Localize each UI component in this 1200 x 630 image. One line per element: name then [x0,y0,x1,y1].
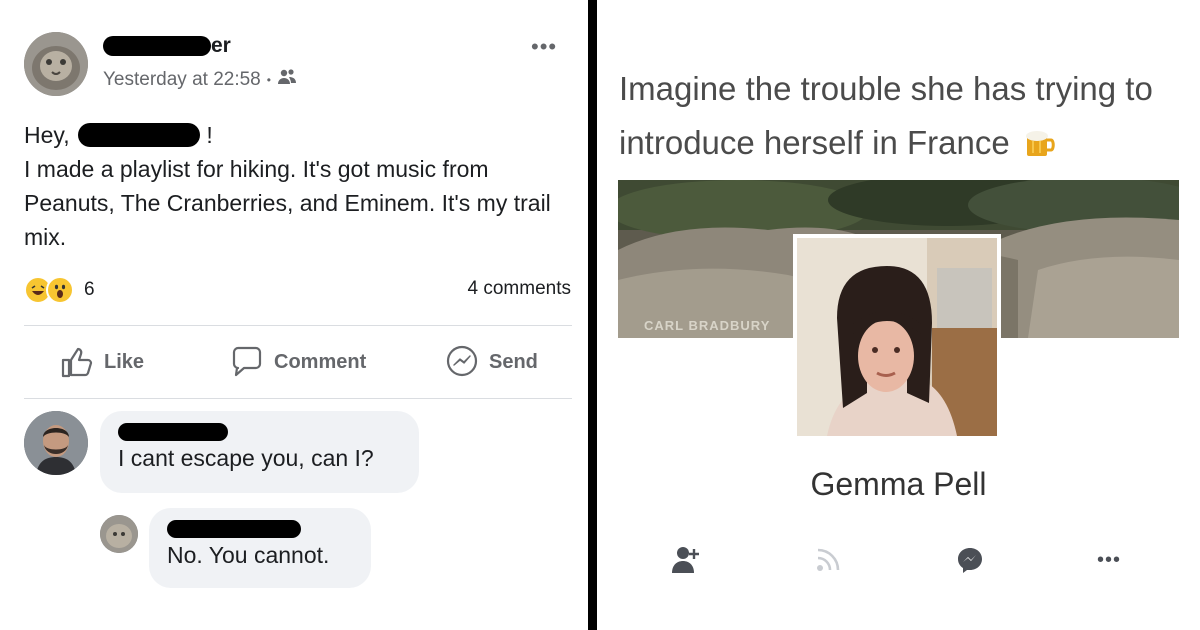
post-greeting: Hey, ! [24,118,569,152]
friends-icon[interactable] [277,68,297,92]
reactions-summary[interactable]: 6 [24,276,95,304]
post-more-menu[interactable]: ••• [531,34,557,60]
greeting-prefix: Hey, [24,122,70,148]
commenter-name[interactable] [118,423,401,441]
timestamp-separator: • [266,73,271,87]
caption-text: Imagine the trouble she has trying to in… [619,70,1153,161]
redacted-mention-block [77,123,200,147]
comment-text: I cant escape you, can I? [118,445,374,471]
post-text: Hey, ! I made a playlist for hiking. It'… [24,118,569,254]
follow-rss-icon[interactable] [813,545,843,577]
commenter-avatar[interactable] [24,411,88,475]
divider-bottom [24,398,572,399]
author-name[interactable]: er [103,32,231,60]
reply-author-avatar[interactable] [100,515,138,553]
profile-screenshot-panel: Imagine the trouble she has trying to in… [597,0,1200,630]
reply-text: No. You cannot. [167,542,330,568]
post-actions-bar: Like Comment Send [24,340,572,384]
like-button[interactable]: Like [60,340,144,384]
reply-author-name[interactable] [167,520,353,538]
post-timestamp-row: Yesterday at 22:58 • [103,68,297,92]
reply-bubble[interactable]: No. You cannot. [149,508,371,588]
greeting-suffix: ! [206,122,213,148]
speech-bubble-icon [230,346,264,378]
profile-name: Gemma Pell [810,466,987,502]
send-button[interactable]: Send [445,340,538,384]
messenger-icon[interactable] [955,545,985,577]
beer-mug-emoji-icon [1023,120,1057,174]
add-friend-icon[interactable] [671,545,701,577]
panel-divider [588,0,597,630]
author-name-suffix: er [211,34,231,57]
like-label: Like [104,350,145,373]
more-icon[interactable]: ••• [1097,545,1121,577]
redacted-commenter-block [118,423,228,441]
post-body: I made a playlist for hiking. It's got m… [24,156,551,250]
wow-emoji-icon [46,276,74,304]
redacted-name-block [103,36,211,57]
comments-count[interactable]: 4 comments [468,278,571,300]
post-timestamp[interactable]: Yesterday at 22:58 [103,69,261,91]
profile-picture[interactable] [793,234,1001,440]
author-avatar[interactable] [24,32,88,96]
facebook-post-panel: er Yesterday at 22:58 • ••• Hey, ! I mad… [0,0,588,630]
redacted-reply-author-block [167,520,301,538]
send-label: Send [489,350,538,373]
meme-caption: Imagine the trouble she has trying to in… [619,62,1189,174]
comment-bubble[interactable]: I cant escape you, can I? [100,411,419,493]
divider-top [24,325,572,326]
thumbs-up-icon [60,346,94,378]
messenger-icon [445,345,479,379]
comment-button[interactable]: Comment [230,340,366,384]
cover-watermark: CARL BRADBURY [644,318,771,333]
reaction-count: 6 [84,279,95,300]
comment-label: Comment [274,350,367,373]
